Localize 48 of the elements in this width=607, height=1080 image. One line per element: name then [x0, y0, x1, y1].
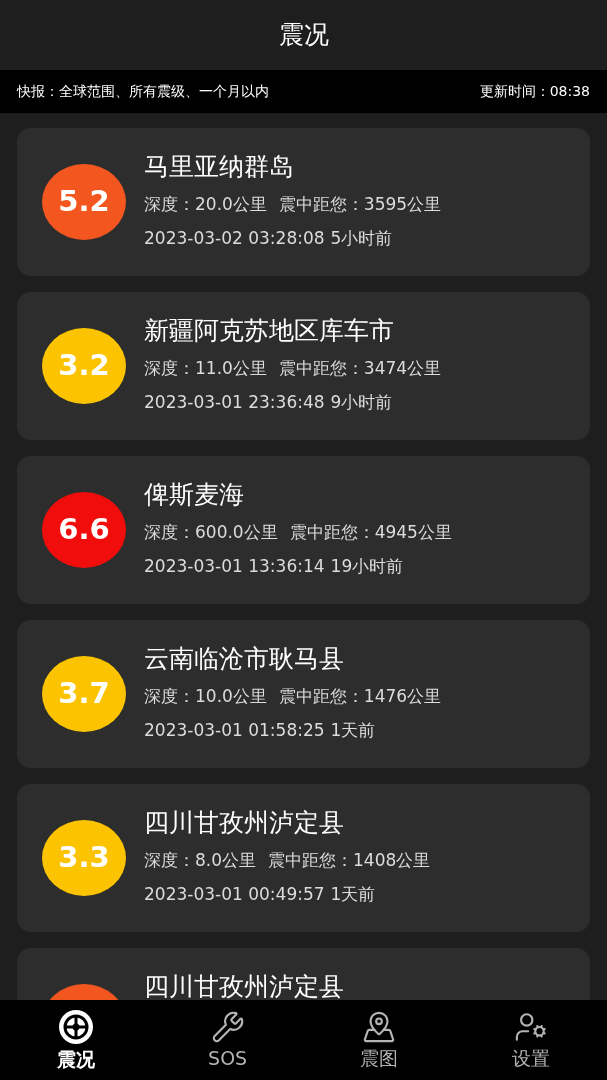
wrench-icon	[210, 1010, 245, 1044]
quake-location: 四川甘孜州泸定县	[144, 971, 344, 1000]
quake-depth: 深度：20.0公里	[144, 193, 267, 216]
magnitude-badge: 6.6	[42, 492, 126, 568]
time-ago: 9小时前	[330, 390, 393, 414]
time-ago: 5小时前	[330, 226, 393, 250]
quake-distance: 震中距您：1408公里	[268, 849, 431, 872]
quake-card[interactable]: 3.7 云南临沧市耿马县 深度：10.0公里 震中距您：1476公里 2023-03-01 01:58:25 1天前	[17, 620, 590, 768]
quake-time: 2023-03-01 01:58:25	[144, 718, 325, 742]
steering-wheel-icon	[57, 1009, 94, 1045]
quake-location: 四川甘孜州泸定县	[144, 807, 345, 839]
quake-time: 2023-03-01 23:36:48	[144, 390, 325, 414]
quake-time: 2023-03-02 03:28:08	[144, 226, 325, 250]
quake-distance: 震中距您：3595公里	[278, 193, 442, 216]
nav-tab[interactable]: 震图	[303, 1000, 456, 1080]
quake-time: 2023-03-01 00:49:57	[144, 882, 325, 906]
user-settings-icon	[514, 1010, 549, 1044]
magnitude-badge: 3.3	[42, 820, 126, 896]
quake-location: 新疆阿克苏地区库车市	[144, 315, 395, 347]
quake-depth: 深度：600.0公里	[144, 521, 278, 544]
filter-summary: 快报：全球范围、所有震级、一个月以内	[17, 82, 269, 101]
map-pin-icon	[362, 1010, 397, 1044]
quake-location: 俾斯麦海	[144, 479, 245, 511]
quake-depth: 深度：8.0公里	[144, 849, 257, 872]
quake-distance: 震中距您：4945公里	[289, 521, 452, 544]
magnitude-badge: 3.7	[42, 656, 126, 732]
quake-card[interactable]: 3.2 新疆阿克苏地区库车市 深度：11.0公里 震中距您：3474公里 2023-03-01 23:36:48 9小时前	[17, 292, 590, 440]
quake-card[interactable]: 6.6 俾斯麦海 深度：600.0公里 震中距您：4945公里 2023-03-01 13:36:14 19小时前	[17, 456, 590, 604]
quake-depth: 深度：10.0公里	[144, 685, 267, 708]
quake-location: 云南临沧市耿马县	[144, 643, 345, 675]
quake-distance: 震中距您：1476公里	[278, 685, 442, 708]
time-ago: 19小时前	[330, 554, 404, 578]
quake-distance: 震中距您：3474公里	[278, 357, 442, 380]
time-ago: 1天前	[330, 882, 376, 906]
time-ago: 1天前	[330, 718, 376, 742]
nav-tab[interactable]: 震况	[0, 1000, 152, 1080]
quake-location: 马里亚纳群岛	[144, 151, 295, 183]
quake-card[interactable]: 5.2 马里亚纳群岛 深度：20.0公里 震中距您：3595公里 2023-03-02 03:28:08 5小时前	[17, 128, 590, 276]
magnitude-badge: 5.2	[42, 164, 126, 240]
quake-card[interactable]: 四川甘孜州泸定县	[17, 948, 590, 1000]
update-time: 更新时间：08:38	[479, 82, 590, 101]
quake-card[interactable]: 3.3 四川甘孜州泸定县 深度：8.0公里 震中距您：1408公里 2023-03-01 00:49:57 1天前	[17, 784, 590, 932]
magnitude-badge: 3.2	[42, 328, 126, 404]
nav-tab[interactable]: SOS	[151, 1000, 304, 1080]
screen-title: 震况	[278, 19, 329, 52]
nav-tab[interactable]: 设置	[455, 1000, 607, 1080]
quake-depth: 深度：11.0公里	[144, 357, 267, 380]
quake-time: 2023-03-01 13:36:14	[144, 554, 325, 578]
